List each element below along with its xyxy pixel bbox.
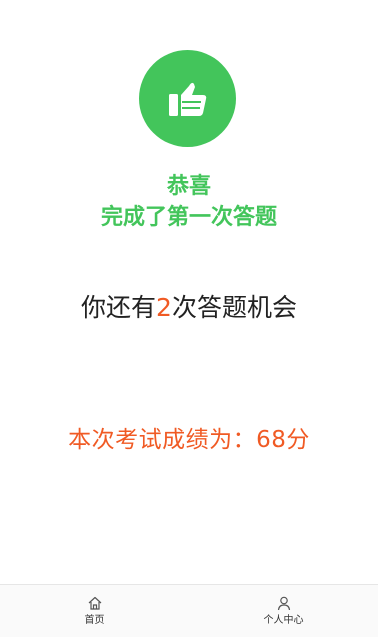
result-page: 恭喜 完成了第一次答题 你还有2次答题机会 本次考试成绩为：68分 首页 个人中…: [0, 0, 378, 637]
tab-profile-label: 个人中心: [263, 615, 304, 626]
person-icon: [277, 596, 290, 611]
congrats-title: 恭喜: [166, 174, 211, 199]
thumbs-up-badge: [139, 50, 236, 147]
exam-score-text: 本次考试成绩为：68分: [68, 427, 310, 453]
tab-home-label: 首页: [84, 615, 105, 626]
thumbs-up-icon: [168, 82, 206, 116]
remaining-chances-text: 你还有2次答题机会: [0, 290, 378, 326]
tab-home[interactable]: 首页: [0, 585, 189, 637]
remaining-count: 2: [156, 293, 172, 322]
home-icon: [88, 596, 101, 610]
remaining-suffix: 次答题机会: [171, 293, 297, 322]
bottom-tab-bar: 首页 个人中心: [0, 584, 378, 637]
tab-profile[interactable]: 个人中心: [189, 585, 378, 637]
remaining-prefix: 你还有: [81, 293, 157, 322]
congrats-subtitle: 完成了第一次答题: [100, 205, 277, 230]
